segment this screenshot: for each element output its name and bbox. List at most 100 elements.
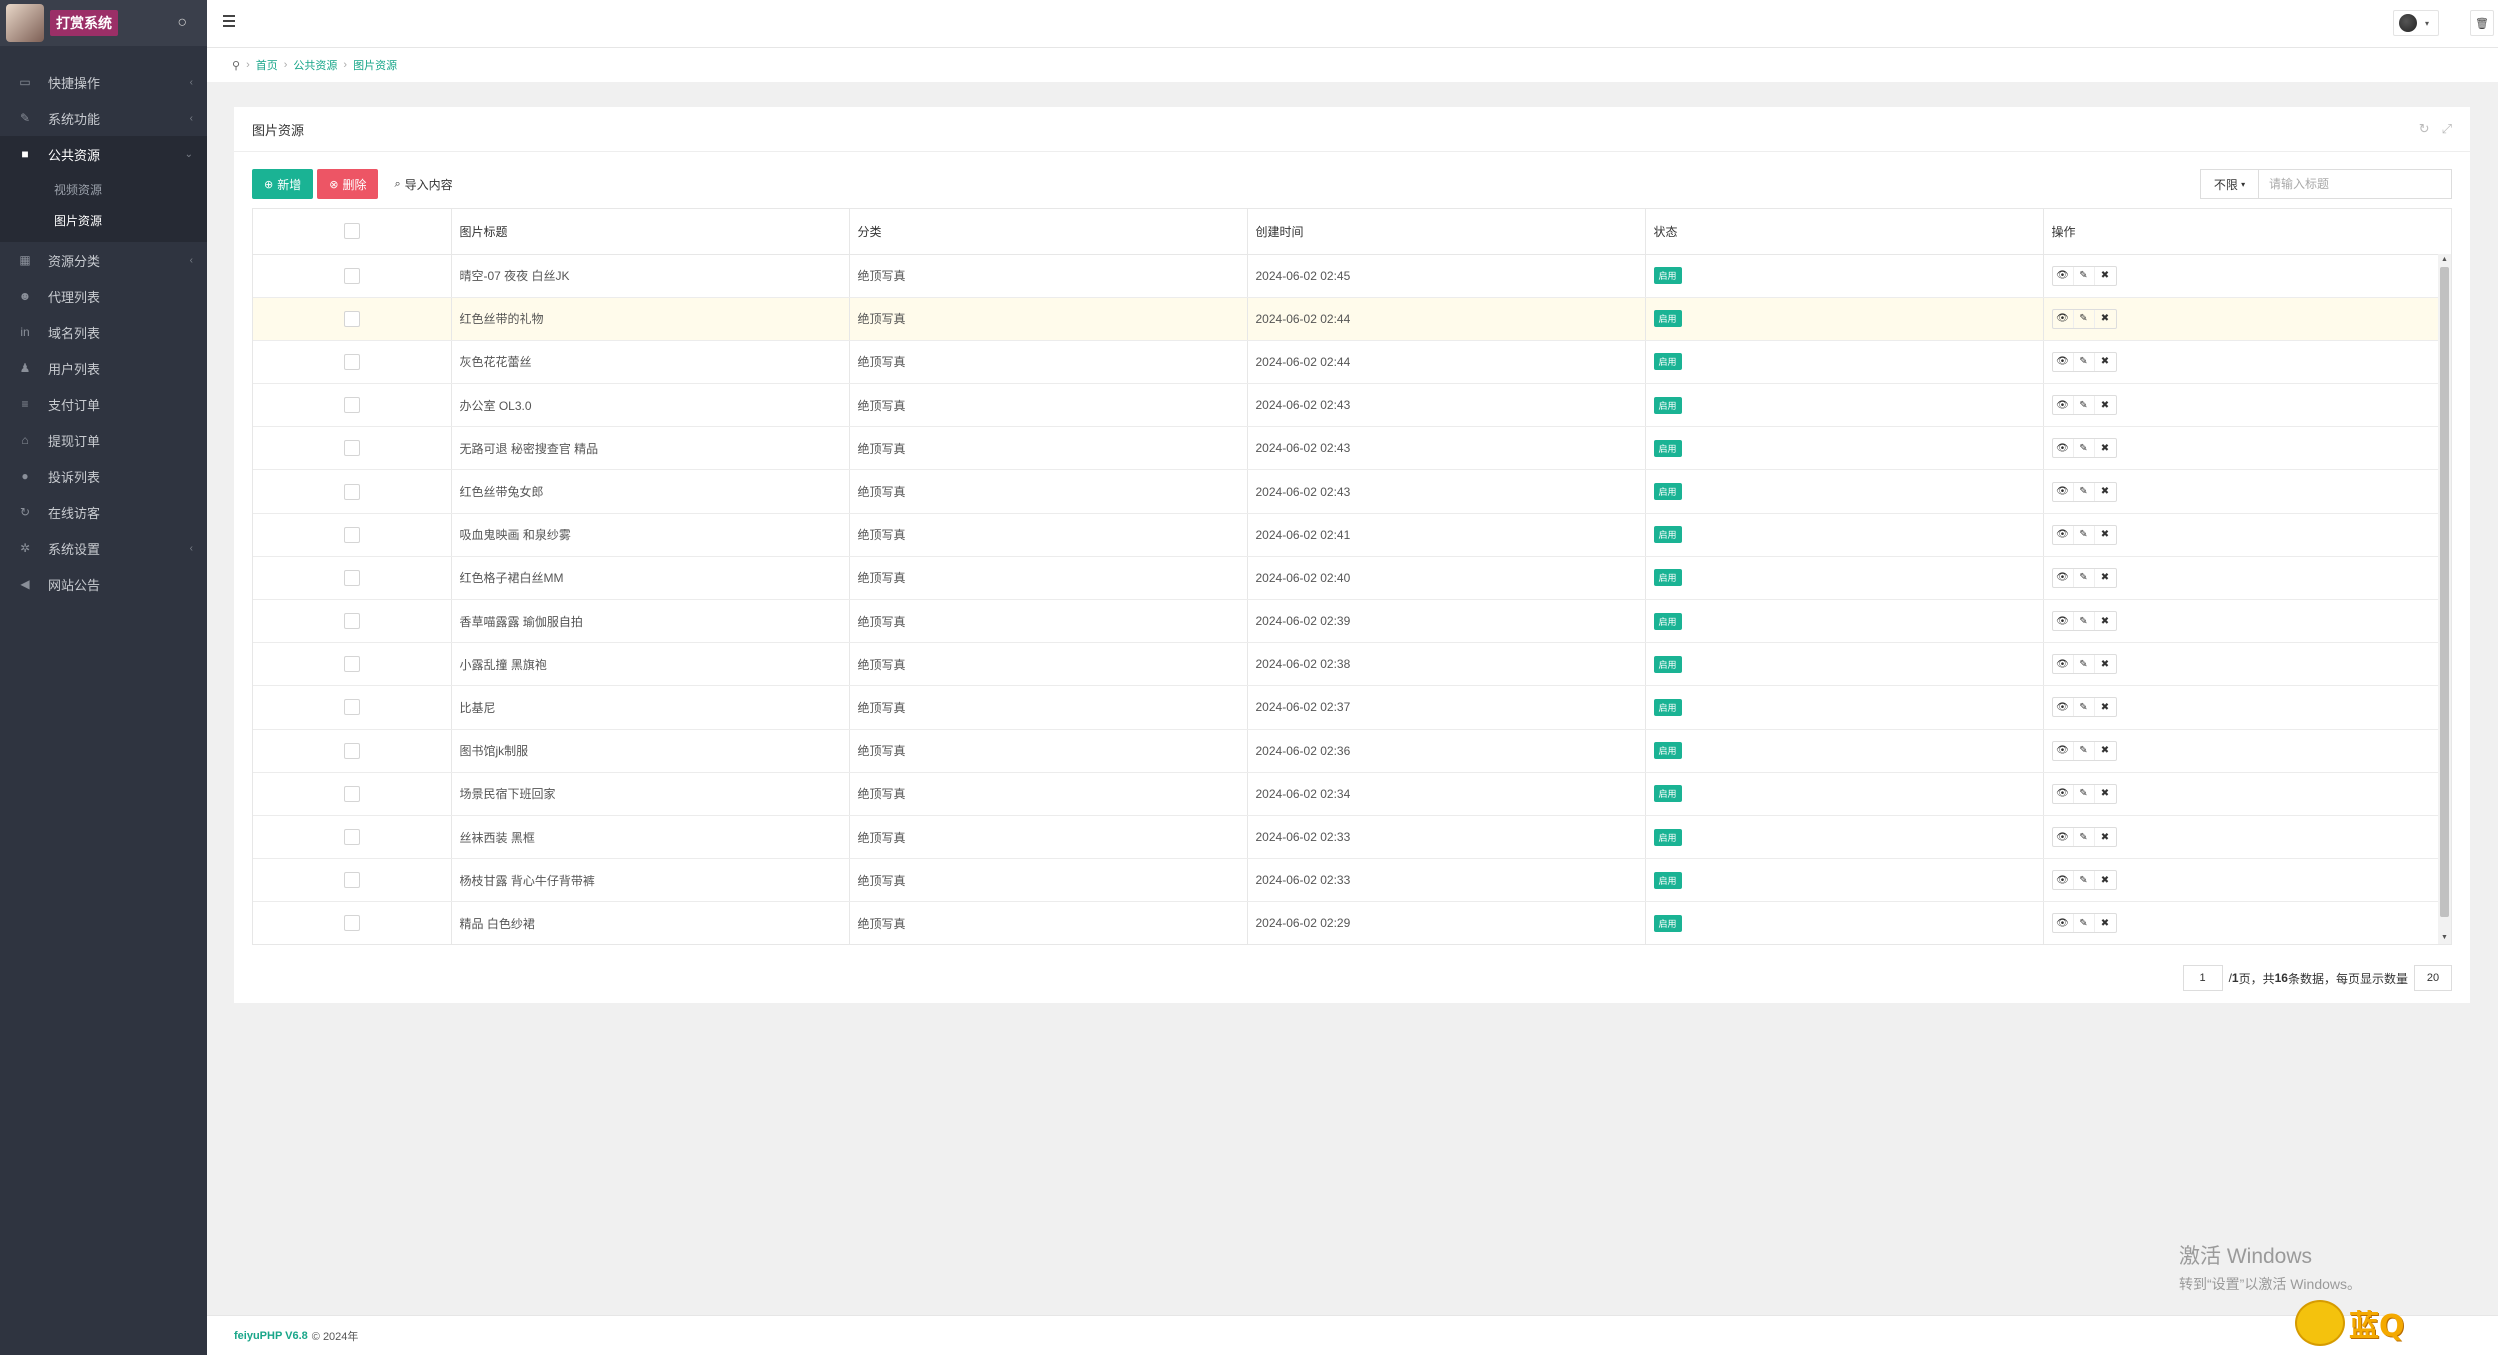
sidebar-item-10[interactable]: ↻ 在线访客 [0, 494, 207, 530]
import-button[interactable]: ⌕ 导入内容 [382, 169, 465, 199]
delete-icon[interactable]: ✖ [2095, 914, 2116, 932]
view-icon[interactable]: 👁 [2053, 482, 2074, 501]
view-icon[interactable]: 👁 [2053, 698, 2074, 717]
scroll-up-icon[interactable]: ▲ [2438, 254, 2451, 266]
delete-icon[interactable]: ✖ [2095, 526, 2116, 544]
sidebar-item-6[interactable]: ♟ 用户列表 [0, 350, 207, 386]
status-badge[interactable]: 启用 [1653, 785, 1682, 803]
row-checkbox[interactable] [343, 699, 360, 716]
user-avatar-dropdown[interactable]: ▾ [2393, 10, 2439, 36]
status-badge[interactable]: 启用 [1653, 828, 1682, 846]
column-header-status[interactable]: 状态 [1645, 209, 2044, 255]
row-checkbox[interactable] [343, 397, 360, 414]
sidebar-item-3[interactable]: ▦ 资源分类 ‹ [0, 242, 207, 278]
sidebar-item-8[interactable]: ⌂ 提现订单 [0, 422, 207, 458]
view-icon[interactable]: 👁 [2053, 741, 2074, 760]
table-row[interactable]: 小露乱撞 黑旗袍 绝顶写真 2024-06-02 02:38 启用 👁 ✎ ✖ [253, 642, 2439, 687]
view-icon[interactable]: 👁 [2053, 828, 2074, 847]
status-badge[interactable]: 启用 [1653, 310, 1682, 328]
row-checkbox[interactable] [343, 483, 360, 500]
table-row[interactable]: 杨枝甘露 背心牛仔背带裤 绝顶写真 2024-06-02 02:33 启用 👁 ✎ ✖ [253, 858, 2439, 903]
table-row[interactable]: 比基尼 绝顶写真 2024-06-02 02:37 启用 👁 ✎ ✖ [253, 685, 2439, 730]
status-badge[interactable]: 启用 [1653, 439, 1682, 457]
page-number-input[interactable]: 1 [2182, 965, 2223, 991]
sidebar-item-9[interactable]: ● 投诉列表 [0, 458, 207, 494]
table-row[interactable]: 精品 白色纱裙 绝顶写真 2024-06-02 02:29 启用 👁 ✎ ✖ [253, 901, 2439, 944]
table-row[interactable]: 红色丝带兔女郎 绝顶写真 2024-06-02 02:43 启用 👁 ✎ ✖ [253, 469, 2439, 514]
delete-icon[interactable]: ✖ [2095, 612, 2116, 630]
table-scrollbar[interactable]: ▲ ▼ [2438, 254, 2451, 944]
delete-icon[interactable]: ✖ [2095, 353, 2116, 371]
sidebar-item-2[interactable]: ■ 公共资源 ⌄ [0, 136, 207, 172]
delete-icon[interactable]: ✖ [2095, 569, 2116, 587]
edit-icon[interactable]: ✎ [2074, 655, 2095, 674]
view-icon[interactable]: 👁 [2053, 439, 2074, 458]
delete-icon[interactable]: ✖ [2095, 742, 2116, 760]
status-badge[interactable]: 启用 [1653, 353, 1682, 371]
table-row[interactable]: 图书馆jk制服 绝顶写真 2024-06-02 02:36 启用 👁 ✎ ✖ [253, 729, 2439, 773]
table-row[interactable]: 灰色花花蕾丝 绝顶写真 2024-06-02 02:44 启用 👁 ✎ ✖ [253, 340, 2439, 385]
row-checkbox[interactable] [343, 829, 360, 846]
view-icon[interactable]: 👁 [2053, 914, 2074, 933]
breadcrumb-home[interactable]: 首页 [256, 57, 278, 73]
hamburger-menu-icon[interactable] [223, 15, 235, 27]
row-checkbox[interactable] [343, 267, 360, 284]
status-badge[interactable]: 启用 [1653, 655, 1682, 673]
edit-icon[interactable]: ✎ [2074, 352, 2095, 371]
status-badge[interactable]: 启用 [1653, 483, 1682, 501]
edit-icon[interactable]: ✎ [2074, 309, 2095, 328]
column-header-created[interactable]: 创建时间 [1247, 209, 1646, 255]
scroll-down-icon[interactable]: ▼ [2438, 932, 2451, 944]
delete-icon[interactable]: ✖ [2095, 396, 2116, 414]
clear-cache-button[interactable]: 🗑 [2470, 10, 2494, 36]
status-badge[interactable]: 启用 [1653, 569, 1682, 587]
delete-icon[interactable]: ✖ [2095, 828, 2116, 846]
row-checkbox[interactable] [343, 526, 360, 543]
footer-brand[interactable]: feiyuPHP V6.8 [234, 1330, 308, 1342]
search-input[interactable] [2258, 169, 2452, 199]
delete-icon[interactable]: ✖ [2095, 698, 2116, 716]
view-icon[interactable]: 👁 [2053, 784, 2074, 803]
edit-icon[interactable]: ✎ [2074, 482, 2095, 501]
row-checkbox[interactable] [343, 785, 360, 802]
sidebar-item-12[interactable]: ◀ 网站公告 [0, 566, 207, 602]
row-checkbox[interactable] [343, 872, 360, 889]
view-icon[interactable]: 👁 [2053, 266, 2074, 285]
sidebar-item-4[interactable]: ☻ 代理列表 [0, 278, 207, 314]
delete-icon[interactable]: ✖ [2095, 871, 2116, 889]
view-icon[interactable]: 👁 [2053, 309, 2074, 328]
row-checkbox[interactable] [343, 569, 360, 586]
table-row[interactable]: 红色格子裙白丝MM 绝顶写真 2024-06-02 02:40 启用 👁 ✎ ✖ [253, 556, 2439, 601]
edit-icon[interactable]: ✎ [2074, 828, 2095, 847]
delete-icon[interactable]: ✖ [2095, 785, 2116, 803]
status-badge[interactable]: 启用 [1653, 914, 1682, 932]
table-row[interactable]: 丝袜西装 黑框 绝顶写真 2024-06-02 02:33 启用 👁 ✎ ✖ [253, 815, 2439, 860]
sidebar-item-7[interactable]: ≡ 支付订单 [0, 386, 207, 422]
add-button[interactable]: ⊕ 新增 [252, 169, 314, 199]
submenu-item-1[interactable]: 图片资源 [0, 205, 207, 236]
edit-icon[interactable]: ✎ [2074, 396, 2095, 415]
column-header-category[interactable]: 分类 [849, 209, 1248, 255]
select-all-checkbox[interactable] [343, 223, 360, 240]
view-icon[interactable]: 👁 [2053, 396, 2074, 415]
fullscreen-icon[interactable]: ⤢ [2442, 121, 2452, 137]
refresh-icon[interactable]: ↻ [2419, 121, 2430, 137]
delete-icon[interactable]: ✖ [2095, 439, 2116, 457]
sidebar-item-1[interactable]: ✎ 系统功能 ‹ [0, 100, 207, 136]
row-checkbox[interactable] [343, 915, 360, 932]
status-badge[interactable]: 启用 [1653, 396, 1682, 414]
edit-icon[interactable]: ✎ [2074, 698, 2095, 717]
edit-icon[interactable]: ✎ [2074, 266, 2095, 285]
table-row[interactable]: 香草喵露露 瑜伽服自拍 绝顶写真 2024-06-02 02:39 启用 👁 ✎ ✖ [253, 599, 2439, 644]
table-row[interactable]: 吸血鬼映画 和泉纱雾 绝顶写真 2024-06-02 02:41 启用 👁 ✎ ✖ [253, 513, 2439, 557]
sidebar-item-0[interactable]: ▭ 快捷操作 ‹ [0, 64, 207, 100]
delete-icon[interactable]: ✖ [2095, 655, 2116, 673]
status-badge[interactable]: 启用 [1653, 871, 1682, 889]
row-checkbox[interactable] [343, 353, 360, 370]
view-icon[interactable]: 👁 [2053, 612, 2074, 631]
view-icon[interactable]: 👁 [2053, 568, 2074, 587]
row-checkbox[interactable] [343, 656, 360, 673]
edit-icon[interactable]: ✎ [2074, 914, 2095, 933]
theme-drop-icon[interactable]: ○ [177, 14, 187, 32]
page-size-input[interactable]: 20 [2414, 965, 2452, 991]
